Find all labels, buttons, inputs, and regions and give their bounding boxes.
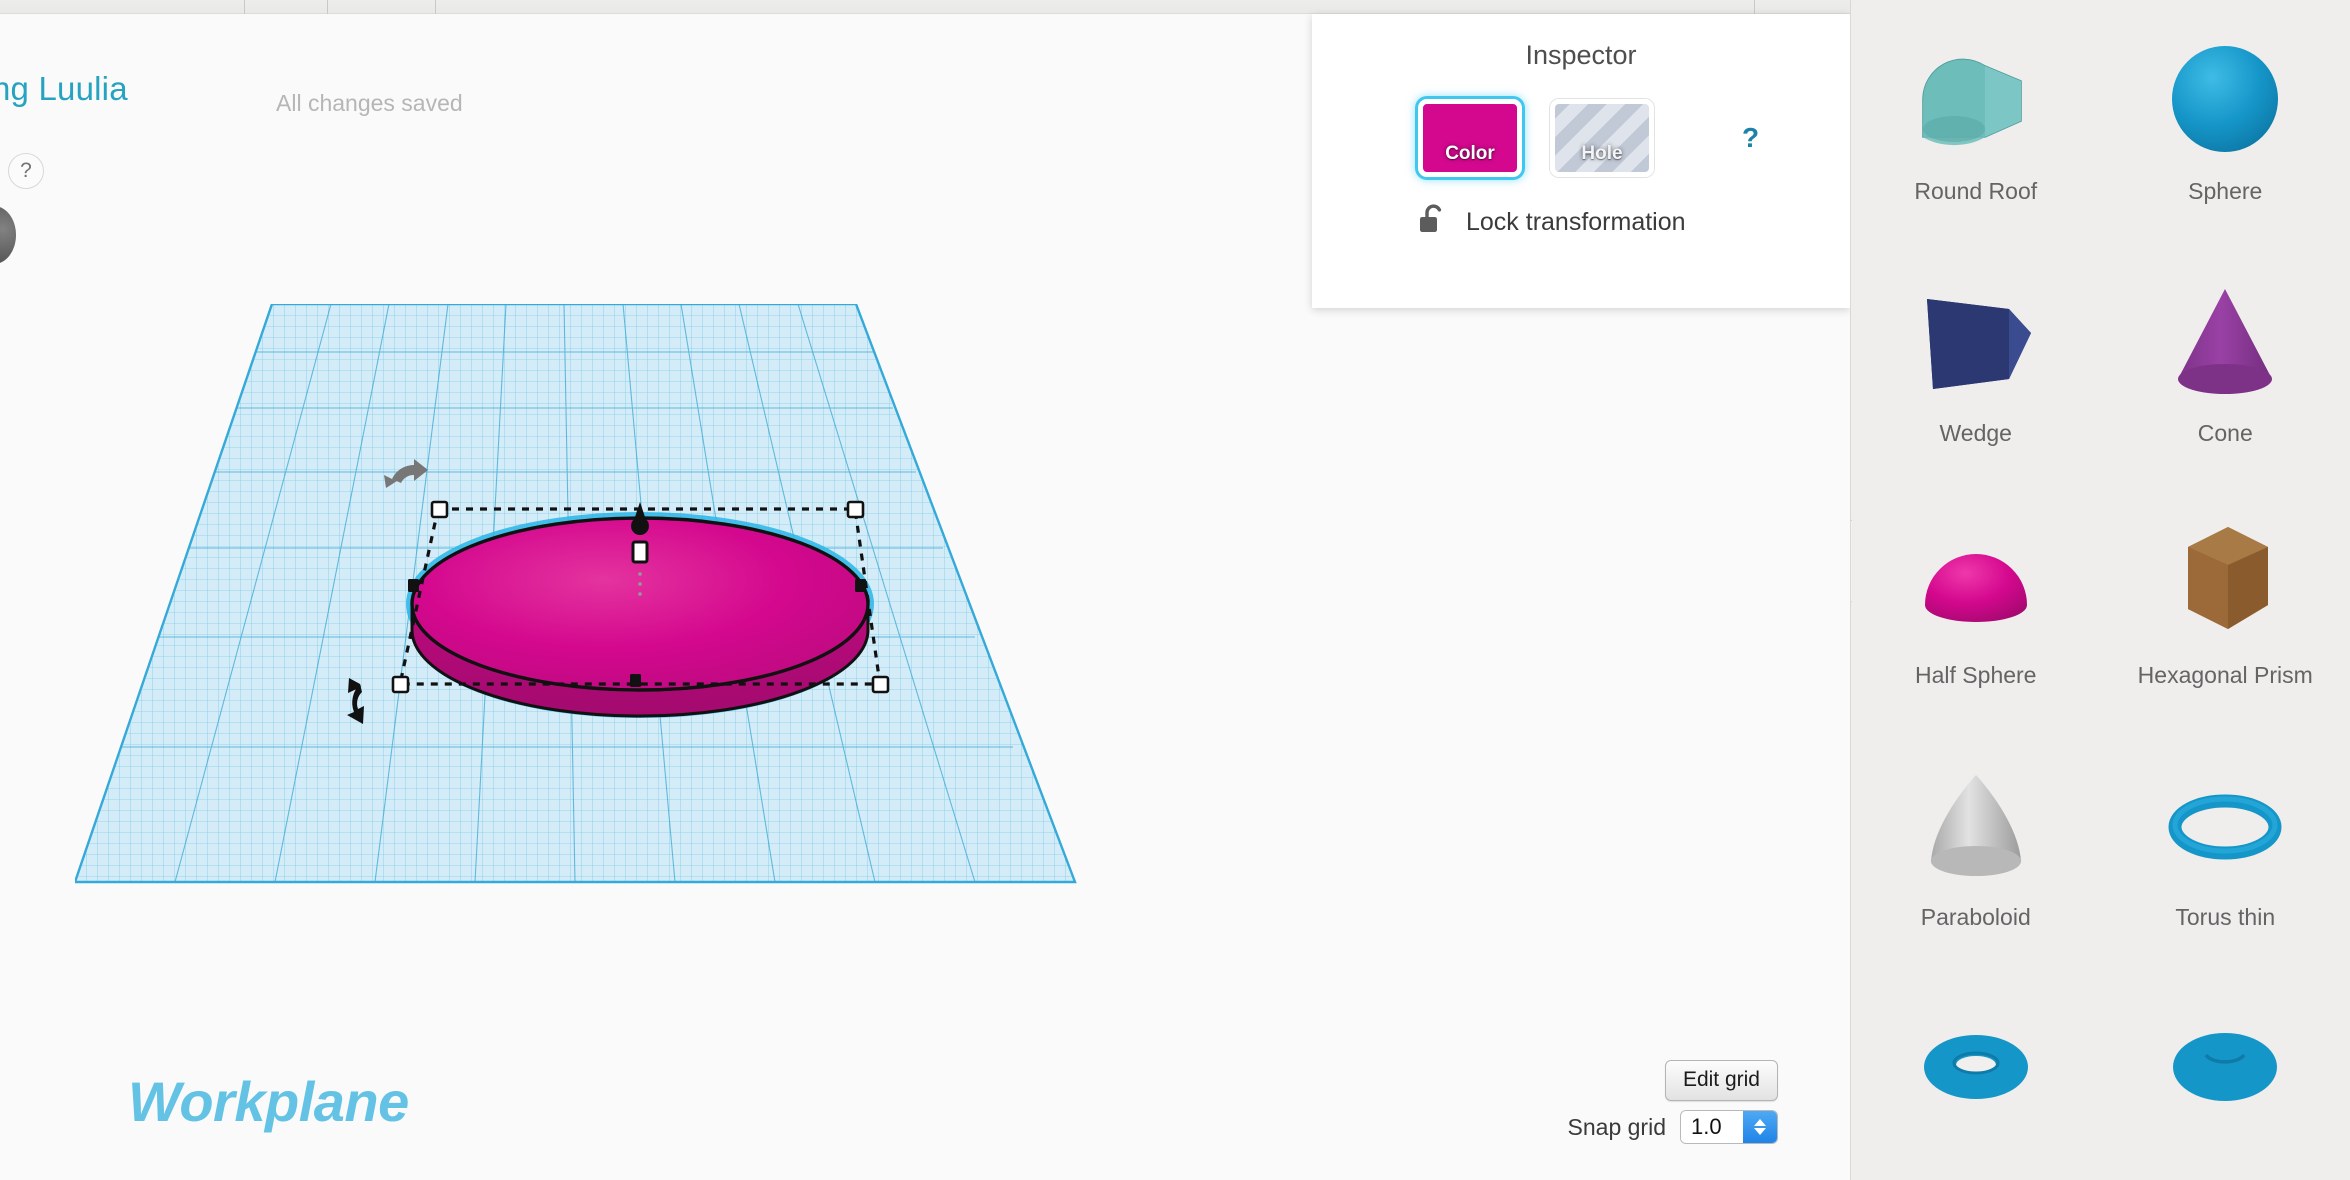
snap-grid-control[interactable]: Snap grid 1.0 (1568, 1110, 1778, 1144)
panel-collapse-button[interactable]: ❯ (1851, 520, 1853, 602)
lock-transformation-label: Lock transformation (1466, 208, 1686, 236)
shape-item-torus-thin[interactable]: Torus thin (2101, 750, 2350, 982)
shape-item-cone[interactable]: Cone (2101, 266, 2350, 498)
document-title[interactable]: ng Luulia (0, 70, 128, 108)
shapes-grid: Round Roof Sphere Wedge Cone Half Sphere… (1851, 0, 2350, 1180)
save-status-text: All changes saved (276, 90, 463, 116)
shape-label: Sphere (2188, 178, 2263, 204)
toolbar-divider (327, 0, 328, 14)
toolbar-divider (244, 0, 245, 14)
edit-grid-button[interactable]: Edit grid (1664, 1060, 1778, 1101)
shape-label: Half Sphere (1915, 662, 2037, 688)
help-icon[interactable]: ? (8, 153, 44, 189)
round-roof-icon (1851, 24, 2101, 174)
shape-item-torus[interactable] (1851, 992, 2101, 1180)
unlocked-padlock-icon (1418, 203, 1446, 242)
sphere-icon (2101, 24, 2350, 174)
inspector-panel: Inspector Color Hole ? Lock transformati… (1312, 14, 1850, 308)
shape-label: Paraboloid (1920, 904, 2031, 930)
torus-filled-icon (2101, 992, 2350, 1142)
lock-transformation-row[interactable]: Lock transformation (1312, 203, 1850, 242)
wedge-icon (1851, 266, 2101, 416)
hole-swatch[interactable]: Hole (1550, 99, 1654, 177)
color-swatch[interactable]: Color (1418, 99, 1522, 177)
snap-grid-value[interactable]: 1.0 (1681, 1111, 1743, 1143)
shapes-panel: ❯ Round Roof (1850, 0, 2350, 1180)
shape-item-sphere[interactable]: Sphere (2101, 24, 2350, 256)
shape-item-half-sphere[interactable]: Half Sphere (1851, 508, 2101, 740)
chevron-down-icon[interactable] (1754, 1128, 1766, 1135)
snap-grid-label: Snap grid (1567, 1113, 1666, 1140)
top-toolbar-strip (0, 0, 1850, 14)
inspector-title: Inspector (1525, 40, 1637, 70)
paraboloid-icon (1851, 750, 2101, 900)
shape-label: Torus thin (2175, 904, 2276, 930)
inspector-help-icon[interactable]: ? (1742, 122, 1759, 154)
shape-item-wedge[interactable]: Wedge (1851, 266, 2101, 498)
shape-item-round-roof[interactable]: Round Roof (1851, 24, 2101, 256)
shape-item-paraboloid[interactable]: Paraboloid (1851, 750, 2101, 982)
torus-icon (1851, 992, 2101, 1142)
color-swatch-label: Color (1445, 143, 1495, 164)
hole-swatch-label: Hole (1581, 143, 1623, 164)
torus-thin-icon (2101, 750, 2350, 900)
hexagonal-prism-icon (2101, 508, 2350, 658)
chevron-up-icon[interactable] (1754, 1119, 1766, 1126)
shape-label: Wedge (1939, 420, 2012, 446)
inspector-swatch-row: Color Hole ? (1312, 99, 1850, 177)
workplane-grid[interactable] (75, 304, 1275, 1180)
shape-label: Cone (2197, 420, 2253, 446)
stepper-arrows-icon[interactable] (1743, 1111, 1777, 1143)
snap-grid-stepper[interactable]: 1.0 (1680, 1110, 1778, 1144)
shape-item-hexagonal-prism[interactable]: Hexagonal Prism (2101, 508, 2350, 740)
shape-label: Hexagonal Prism (2137, 662, 2313, 688)
cone-icon (2101, 266, 2350, 416)
toolbar-divider (1754, 0, 1755, 14)
toolbar-divider (435, 0, 436, 14)
view-navigation-widget[interactable] (0, 206, 16, 264)
chevron-right-icon: ❯ (1851, 547, 1853, 575)
shape-item-torus-filled[interactable] (2101, 992, 2350, 1180)
half-sphere-icon (1851, 508, 2101, 658)
shape-label: Round Roof (1914, 178, 2038, 204)
